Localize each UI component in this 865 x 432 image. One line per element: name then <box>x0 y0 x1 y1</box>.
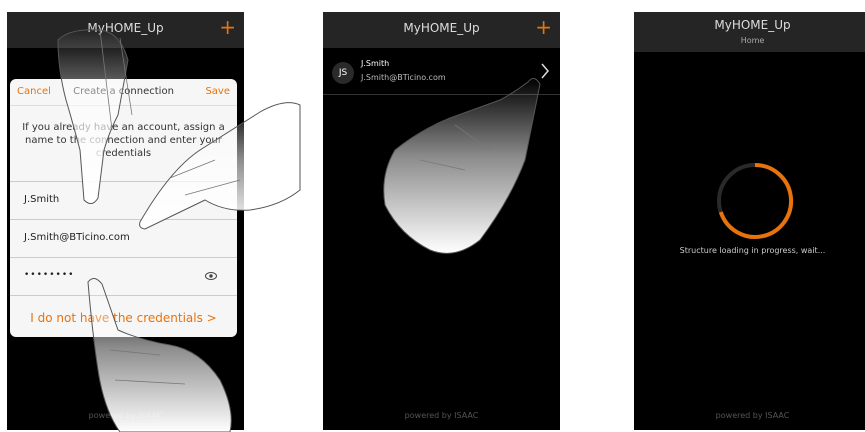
gesture-hands-overlay <box>57 29 541 432</box>
pointing-hand-icon <box>383 78 541 254</box>
pointing-hand-icon <box>139 102 301 230</box>
pointing-hand-icon <box>87 278 232 432</box>
pointing-hand-icon <box>57 29 133 204</box>
